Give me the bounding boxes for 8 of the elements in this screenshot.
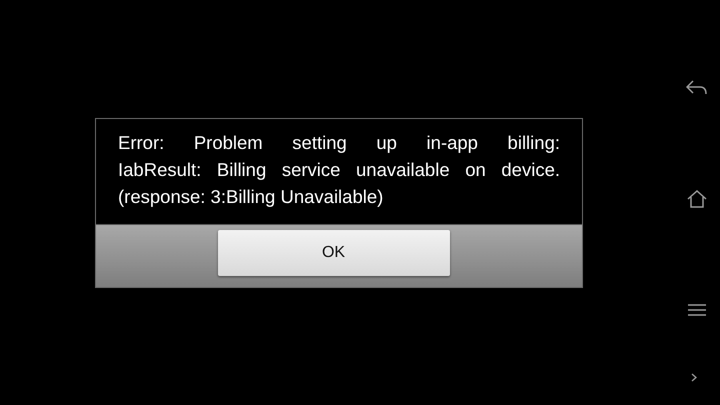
menu-icon[interactable]	[688, 304, 706, 316]
error-message-line: IabResult: Billing service unavailable on device.	[118, 158, 560, 182]
error-message-line: Error: Problem setting up in-app billing:	[118, 131, 560, 155]
ok-button[interactable]: OK	[218, 230, 450, 276]
chevron-icon[interactable]	[691, 373, 697, 382]
error-message-line: (response: 3:Billing Unavailable)	[118, 185, 384, 209]
home-icon[interactable]	[687, 190, 707, 208]
back-icon[interactable]	[686, 80, 708, 96]
